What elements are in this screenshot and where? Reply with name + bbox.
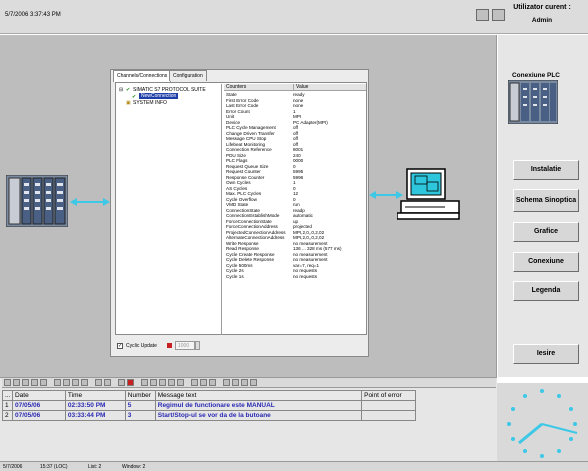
toolbar-icon[interactable] — [4, 379, 11, 386]
alarm-window: ... Date Time Number Message text Point … — [0, 377, 497, 461]
timestamp: 5/7/2006 3:37:43 PM — [5, 12, 61, 18]
toolbar-icon[interactable] — [200, 379, 207, 386]
message-table: ... Date Time Number Message text Point … — [2, 390, 416, 421]
column-header-message-text[interactable]: Message text — [154, 390, 363, 401]
check-icon: ✔ — [126, 87, 131, 93]
acknowledge-icon[interactable] — [127, 379, 134, 386]
column-header-value[interactable]: Value — [294, 84, 366, 91]
link-arrow-left — [70, 198, 110, 206]
toolbar-icon[interactable] — [22, 379, 29, 386]
stop-icon — [167, 343, 172, 348]
tree-item-system-info[interactable]: SYSTEM INFO — [133, 100, 167, 106]
workspace: Channels/Connections Configuration ⊟ ✔ S… — [0, 35, 497, 377]
folder-icon: ▣ — [126, 100, 131, 106]
plc-connection-title: Conexiune PLC — [511, 72, 561, 79]
column-header-time[interactable]: Time — [64, 390, 126, 401]
tab-channels-connections[interactable]: Channels/Connections — [113, 70, 172, 82]
toolbar-icon[interactable] — [81, 379, 88, 386]
toolbar-icon[interactable] — [250, 379, 257, 386]
nav-button-grafice[interactable]: Grafice — [513, 222, 579, 242]
toolbar-icon[interactable] — [150, 379, 157, 386]
table-row[interactable]: 1 07/05/06 02:33:50 PM 5 Regimul de func… — [2, 400, 416, 411]
toolbar-icon[interactable] — [63, 379, 70, 386]
counter-name: Cycle 1s — [226, 273, 244, 279]
row-message: Regimul de functionare este MANUAL — [154, 400, 363, 411]
lock-icon[interactable] — [223, 379, 230, 386]
nav-button-conexiune[interactable]: Conexiune — [513, 252, 579, 272]
column-header-counters[interactable]: Counters — [224, 84, 294, 91]
alarm-toolbar — [2, 378, 496, 388]
row-index: 2 — [2, 410, 13, 421]
column-header-index[interactable]: ... — [2, 390, 13, 401]
status-date: 5/7/2006 — [3, 464, 23, 470]
toolbar-icon[interactable] — [241, 379, 248, 386]
toolbar-icon[interactable] — [40, 379, 47, 386]
computer-icon — [397, 168, 460, 220]
row-time: 02:33:50 PM — [64, 400, 126, 411]
toolbar-icon[interactable] — [13, 379, 20, 386]
print-icon[interactable] — [118, 379, 125, 386]
row-index: 1 — [2, 400, 13, 411]
tree-expand-icon[interactable]: ⊟ — [119, 87, 123, 93]
cyclic-update-checkbox[interactable]: ✓ — [117, 343, 123, 349]
toolbar-icon[interactable] — [209, 379, 216, 386]
nav-button-instalatie[interactable]: Instalatie — [513, 160, 579, 180]
row-point-of-error — [361, 400, 416, 411]
table-row[interactable]: 2 07/05/06 03:33:44 PM 3 Start/Stop-ul s… — [2, 410, 416, 421]
interval-spinner[interactable] — [195, 341, 200, 350]
connection-diagnostics-dialog: Channels/Connections Configuration ⊟ ✔ S… — [110, 69, 369, 357]
toolbar-icon[interactable] — [95, 379, 102, 386]
plc-connection-rack-icon[interactable] — [508, 80, 558, 124]
plc-rack-icon — [6, 175, 68, 227]
current-user-name: Admin — [531, 17, 553, 24]
cyclic-update-label: Cyclic Update — [126, 343, 157, 349]
user-switch-icon[interactable] — [476, 9, 489, 21]
counters-grid: Counters Value State ready First Error Cod… — [224, 84, 366, 335]
status-list-count: List: 2 — [88, 464, 102, 470]
toolbar-icon[interactable] — [159, 379, 166, 386]
status-bar: 5/7/2006 15:37 (LOC) List: 2 Window: 2 — [0, 461, 588, 471]
row-number: 3 — [124, 410, 156, 421]
status-time: 15:37 (LOC) — [40, 464, 68, 470]
toolbar-icon[interactable] — [31, 379, 38, 386]
exit-button[interactable]: Iesire — [513, 344, 579, 364]
toolbar-icon[interactable] — [191, 379, 198, 386]
current-user-label: Utilizator curent : — [513, 4, 571, 11]
connection-tree: ⊟ ✔ SIMATIC S7 PROTOCOL SUITE ✔ NewConne… — [117, 84, 222, 335]
clock-panel — [497, 383, 588, 461]
row-time: 03:33:44 PM — [64, 410, 126, 421]
cycle-interval-input[interactable]: 1000 — [175, 341, 195, 350]
dialog-footer: ✓ Cyclic Update 1000 — [115, 340, 367, 354]
row-message: Start/Stop-ul se vor da de la butoane — [154, 410, 363, 421]
row-point-of-error — [361, 410, 416, 421]
nav-button-legenda[interactable]: Legenda — [513, 281, 579, 301]
toolbar-icon[interactable] — [104, 379, 111, 386]
tree-item-new-connection[interactable]: NewConnection — [139, 93, 179, 99]
filter-icon[interactable] — [54, 379, 61, 386]
toolbar-icon[interactable] — [232, 379, 239, 386]
toolbar-icon[interactable] — [168, 379, 175, 386]
toolbar-icon[interactable] — [177, 379, 184, 386]
column-header-date[interactable]: Date — [11, 390, 66, 401]
toolbar-icon[interactable] — [141, 379, 148, 386]
counter-value: no requests — [293, 273, 318, 279]
row-date: 07/05/06 — [11, 410, 66, 421]
diagnostics-panel: ⊟ ✔ SIMATIC S7 PROTOCOL SUITE ✔ NewConne… — [115, 82, 367, 335]
status-window-count: Window: 2 — [122, 464, 146, 470]
counter-row[interactable]: Cycle 1s no requests — [224, 274, 366, 280]
toolbar-icon[interactable] — [72, 379, 79, 386]
analog-clock-icon — [507, 389, 578, 458]
column-header-point-of-error[interactable]: Point of error — [361, 390, 416, 401]
tab-configuration[interactable]: Configuration — [169, 70, 207, 81]
row-number: 5 — [124, 400, 156, 411]
title-bar: 5/7/2006 3:37:43 PM Utilizator curent : … — [0, 0, 588, 34]
row-date: 07/05/06 — [11, 400, 66, 411]
nav-button-schema-sinoptica[interactable]: Schema Sinoptica — [513, 189, 579, 212]
column-header-number[interactable]: Number — [124, 390, 156, 401]
